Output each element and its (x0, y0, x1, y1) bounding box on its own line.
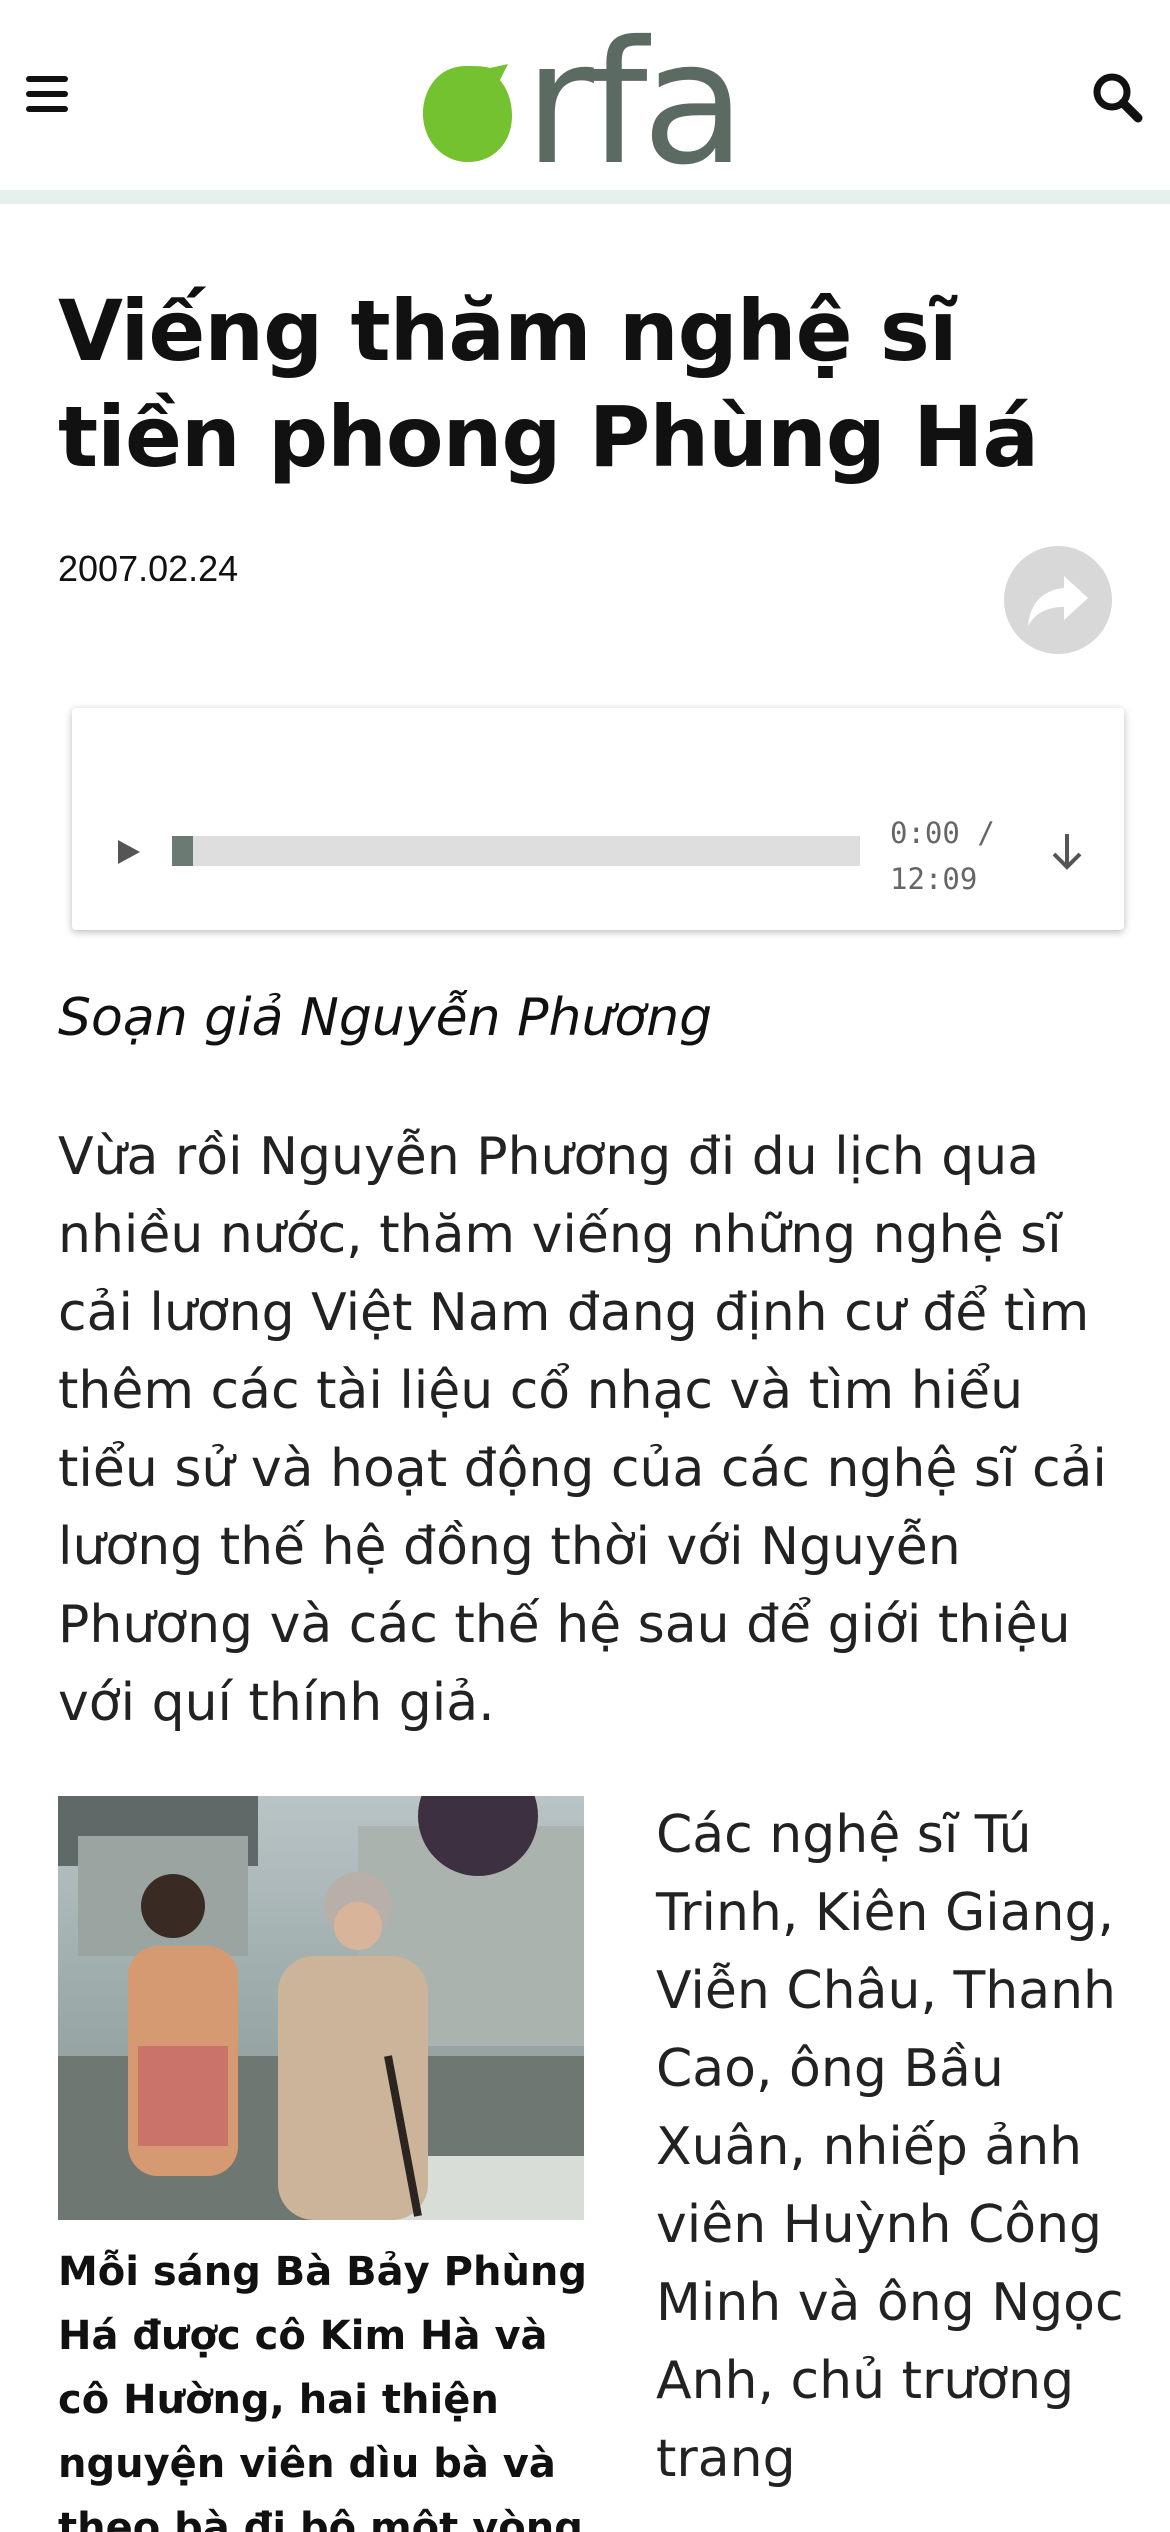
current-time: 0:00 (890, 816, 960, 850)
header-divider (0, 190, 1170, 204)
play-icon[interactable] (108, 832, 148, 872)
article-byline: Soạn giả Nguyễn Phương (58, 988, 713, 1048)
search-icon[interactable] (1090, 70, 1146, 126)
article-title: Viếng thăm nghệ sĩ tiền phong Phùng Há (58, 282, 1039, 486)
article-body-paragraph: Các nghệ sĩ Tú Trinh, Kiên Giang, Viễn C… (656, 1805, 1124, 2489)
svg-text:rfa: rfa (524, 16, 740, 176)
audio-progress-bar[interactable] (172, 836, 860, 866)
audio-time: 0:00 / 12:09 (890, 810, 1010, 902)
site-header: rfa (0, 0, 1170, 203)
rfa-logo[interactable]: rfa (420, 5, 760, 203)
duration-time: 12:09 (890, 862, 978, 896)
download-icon[interactable] (1042, 826, 1092, 876)
hamburger-menu-icon[interactable] (26, 76, 72, 118)
article-lead-paragraph: Vừa rồi Nguyễn Phương đi du lịch qua nhi… (58, 1127, 1107, 1733)
photo-caption: Mỗi sáng Bà Bảy Phùng Há được cô Kim Hà … (58, 2249, 588, 2532)
audio-progress-fill (172, 836, 193, 866)
article-date: 2007.02.24 (58, 548, 239, 589)
share-button[interactable] (1004, 546, 1112, 654)
time-separator: / (977, 816, 995, 850)
share-arrow-icon (1028, 576, 1088, 626)
audio-player: 0:00 / 12:09 (72, 708, 1124, 930)
article-photo[interactable] (58, 1796, 584, 2220)
